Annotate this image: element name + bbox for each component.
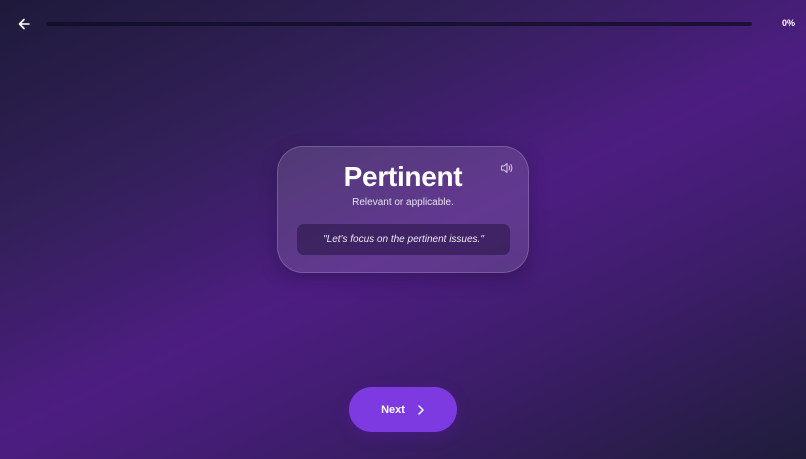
example-sentence: "Let's focus on the pertinent issues.": [323, 234, 484, 245]
word-definition: Relevant or applicable.: [352, 197, 454, 208]
arrow-left-icon: [17, 17, 31, 31]
chevron-right-icon: [417, 404, 425, 415]
next-button-label: Next: [381, 403, 405, 416]
next-button[interactable]: Next: [349, 387, 457, 432]
flashcard: Pertinent Relevant or applicable. "Let's…: [277, 146, 529, 273]
progress-percent: 0%: [781, 18, 795, 28]
example-sentence-box: "Let's focus on the pertinent issues.": [297, 224, 510, 255]
back-button[interactable]: [14, 14, 34, 34]
vocabulary-word: Pertinent: [343, 161, 463, 192]
progress-bar: [46, 22, 752, 26]
